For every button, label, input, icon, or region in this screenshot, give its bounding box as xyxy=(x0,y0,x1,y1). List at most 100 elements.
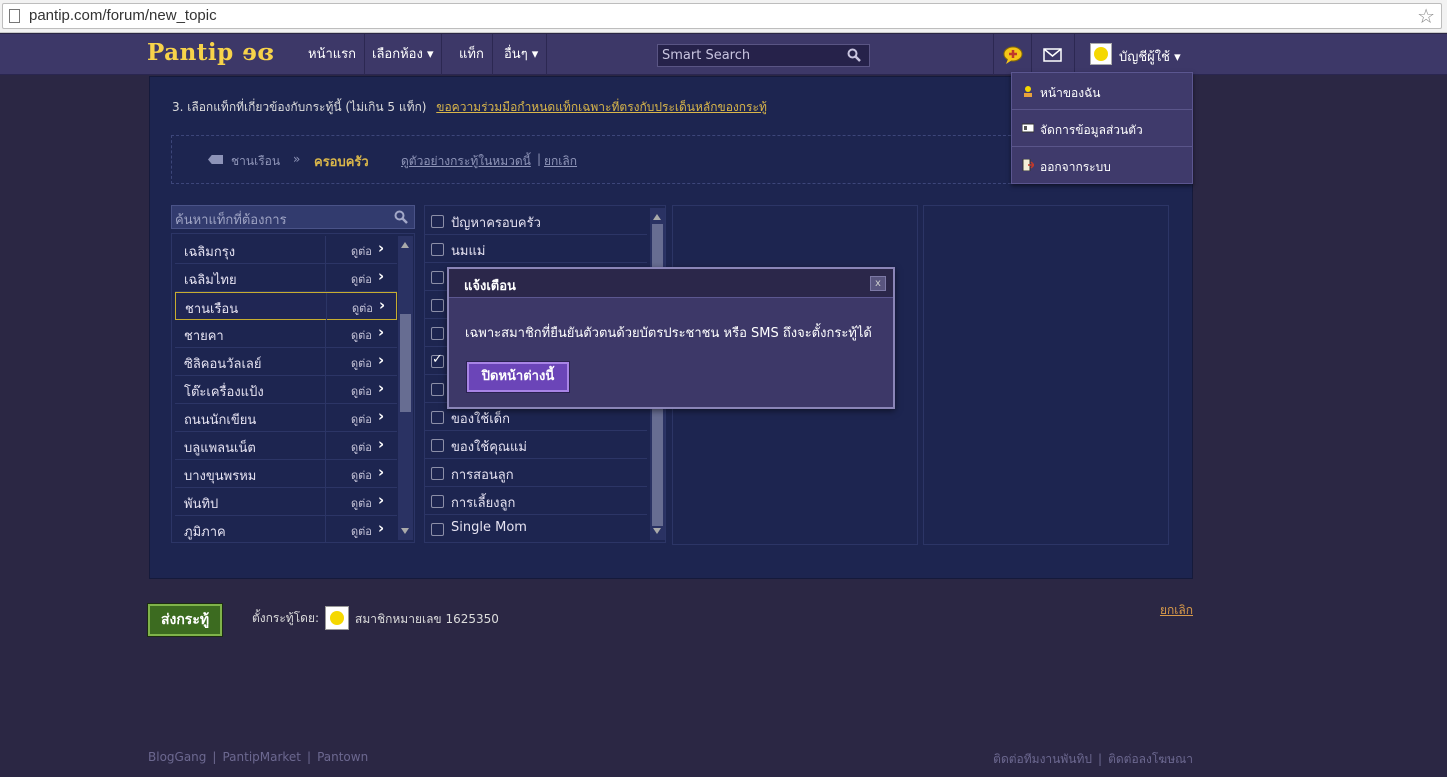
tag-icon xyxy=(208,155,223,164)
view-more-button[interactable]: ดูต่อ › xyxy=(325,348,397,375)
example-topics-link[interactable]: ดูตัวอย่างกระทู้ในหมวดนี้ xyxy=(401,152,531,171)
tag-checkbox[interactable] xyxy=(431,271,444,284)
nav-more[interactable]: อื่นๆ ▾ xyxy=(496,34,548,75)
room-name: ชายคา xyxy=(184,329,224,344)
pantip-logo[interactable]: Pantip ɘɞ xyxy=(147,39,274,66)
search-icon[interactable] xyxy=(394,210,408,224)
room-row[interactable]: ชานเรือน ดูต่อ › xyxy=(175,292,397,320)
room-list-scrollbar[interactable] xyxy=(398,236,413,540)
tag-checkbox[interactable] xyxy=(431,243,444,256)
tag-row[interactable]: การสอนลูก xyxy=(425,459,647,487)
footer-link-pantown[interactable]: Pantown xyxy=(317,750,368,764)
tag-checkbox[interactable] xyxy=(431,299,444,312)
tag-row[interactable]: การเลี้ยงลูก xyxy=(425,487,647,515)
menu-item-logout[interactable]: ออกจากระบบ xyxy=(1012,147,1192,184)
tag-checkbox[interactable] xyxy=(431,352,444,368)
room-row[interactable]: ชายคา ดูต่อ › xyxy=(175,320,397,348)
view-more-label: ดูต่อ xyxy=(351,525,372,538)
tag-guideline-link[interactable]: ขอความร่วมมือกำหนดแท็กเฉพาะที่ตรงกับประเ… xyxy=(436,100,767,114)
nav-tags[interactable]: แท็ก xyxy=(451,34,493,75)
nav-home[interactable]: หน้าแรก xyxy=(300,34,365,75)
view-more-button[interactable]: ดูต่อ › xyxy=(325,376,397,403)
account-menu-button[interactable]: บัญชีผู้ใช้ ▾ xyxy=(1074,34,1194,75)
tag-checkbox[interactable] xyxy=(431,439,444,452)
room-row[interactable]: ถนนนักเขียน ดูต่อ › xyxy=(175,404,397,432)
messages-button[interactable] xyxy=(1031,34,1071,75)
view-more-button[interactable]: ดูต่อ › xyxy=(325,432,397,459)
chevron-right-icon: › xyxy=(378,407,385,425)
browser-address-bar: pantip.com/forum/new_topic ☆ xyxy=(0,0,1447,33)
view-more-label: ดูต่อ xyxy=(351,469,372,482)
room-name: ซิลิคอนวัลเลย์ xyxy=(184,357,262,372)
room-row[interactable]: ซิลิคอนวัลเลย์ ดูต่อ › xyxy=(175,348,397,376)
tag-checkbox[interactable] xyxy=(431,215,444,228)
close-icon[interactable]: x xyxy=(870,276,886,291)
avatar xyxy=(1090,43,1112,65)
view-more-label: ดูต่อ xyxy=(351,497,372,510)
view-more-button[interactable]: ดูต่อ › xyxy=(325,460,397,487)
tag-checkbox[interactable] xyxy=(431,383,444,396)
tag-row[interactable]: ปัญหาครอบครัว xyxy=(425,207,647,235)
breadcrumb-root[interactable]: ชานเรือน xyxy=(231,152,280,171)
view-more-button[interactable]: ดูต่อ › xyxy=(325,236,397,263)
footer-link-contact-team[interactable]: ติดต่อทีมงานพันทิป xyxy=(993,752,1092,766)
footer-link-bloggang[interactable]: BlogGang xyxy=(148,750,206,764)
room-row[interactable]: เฉลิมไทย ดูต่อ › xyxy=(175,264,397,292)
search-icon[interactable] xyxy=(847,48,861,62)
tag-checkbox[interactable] xyxy=(431,523,444,536)
footer-link-advertise[interactable]: ติดต่อลงโฆษณา xyxy=(1108,752,1193,766)
view-more-button[interactable]: ดูต่อ › xyxy=(325,264,397,291)
scroll-thumb[interactable] xyxy=(400,314,411,412)
cancel-link[interactable]: ยกเลิก xyxy=(1160,601,1193,620)
link-divider: | xyxy=(537,152,542,166)
chat-plus-icon xyxy=(1003,46,1023,64)
footer-link-pantipmarket[interactable]: PantipMarket xyxy=(222,750,301,764)
view-more-button[interactable]: ดูต่อ › xyxy=(325,404,397,431)
url-text[interactable]: pantip.com/forum/new_topic xyxy=(29,7,217,24)
tag-checkbox[interactable] xyxy=(431,467,444,480)
tag-checkbox[interactable] xyxy=(431,411,444,424)
room-row[interactable]: บางขุนพรหม ดูต่อ › xyxy=(175,460,397,488)
submit-topic-button[interactable]: ส่งกระทู้ xyxy=(147,603,223,637)
url-field[interactable]: pantip.com/forum/new_topic ☆ xyxy=(2,3,1442,29)
tag-row[interactable]: Single Mom xyxy=(425,515,647,542)
scroll-up-icon[interactable] xyxy=(653,214,661,220)
scroll-up-icon[interactable] xyxy=(401,242,409,248)
scroll-down-icon[interactable] xyxy=(401,528,409,534)
smart-search-input[interactable]: Smart Search xyxy=(657,44,870,67)
room-row[interactable]: เฉลิมกรุง ดูต่อ › xyxy=(175,236,397,264)
room-row[interactable]: บลูแพลนเน็ต ดูต่อ › xyxy=(175,432,397,460)
cancel-category-link[interactable]: ยกเลิก xyxy=(544,152,577,171)
room-name: บลูแพลนเน็ต xyxy=(184,441,256,456)
logout-door-icon xyxy=(1022,159,1034,171)
user-icon xyxy=(1024,86,1032,97)
tag-row[interactable]: นมแม่ xyxy=(425,235,647,263)
room-row[interactable]: โต๊ะเครื่องแป้ง ดูต่อ › xyxy=(175,376,397,404)
room-row[interactable]: พันทิป ดูต่อ › xyxy=(175,488,397,516)
tag-label: การสอนลูก xyxy=(451,468,514,483)
tag-label: นมแม่ xyxy=(451,244,486,259)
dialog-title: แจ้งเตือน xyxy=(464,279,516,294)
room-name: เฉลิมกรุง xyxy=(184,245,236,260)
close-window-button[interactable]: ปิดหน้าต่างนี้ xyxy=(466,361,570,393)
mail-icon xyxy=(1043,48,1062,62)
nav-choose-room[interactable]: เลือกห้อง ▾ xyxy=(364,34,443,75)
bookmark-star-icon[interactable]: ☆ xyxy=(1417,4,1435,28)
menu-item-my-page[interactable]: หน้าของฉัน xyxy=(1012,73,1192,110)
menu-item-profile-settings[interactable]: จัดการข้อมูลส่วนตัว xyxy=(1012,110,1192,147)
top-navigation: Pantip ɘɞ หน้าแรก เลือกห้อง ▾ แท็ก อื่นๆ… xyxy=(0,34,1447,75)
tag-checkbox[interactable] xyxy=(431,327,444,340)
tag-row[interactable]: ของใช้คุณแม่ xyxy=(425,431,647,459)
view-more-label: ดูต่อ xyxy=(351,357,372,370)
view-more-button[interactable]: ดูต่อ › xyxy=(325,320,397,347)
view-more-button[interactable]: ดูต่อ › xyxy=(326,293,398,320)
scroll-down-icon[interactable] xyxy=(653,528,661,534)
room-row[interactable]: ภูมิภาค ดูต่อ › xyxy=(175,516,397,542)
new-topic-button[interactable] xyxy=(993,34,1031,75)
footer-links-left: BlogGang | PantipMarket | Pantown xyxy=(148,750,369,764)
tag-search-input[interactable]: ค้นหาแท็กที่ต้องการ xyxy=(171,205,415,229)
view-more-button[interactable]: ดูต่อ › xyxy=(325,488,397,515)
tag-label: การเลี้ยงลูก xyxy=(451,496,516,511)
tag-checkbox[interactable] xyxy=(431,495,444,508)
view-more-button[interactable]: ดูต่อ › xyxy=(325,516,397,542)
